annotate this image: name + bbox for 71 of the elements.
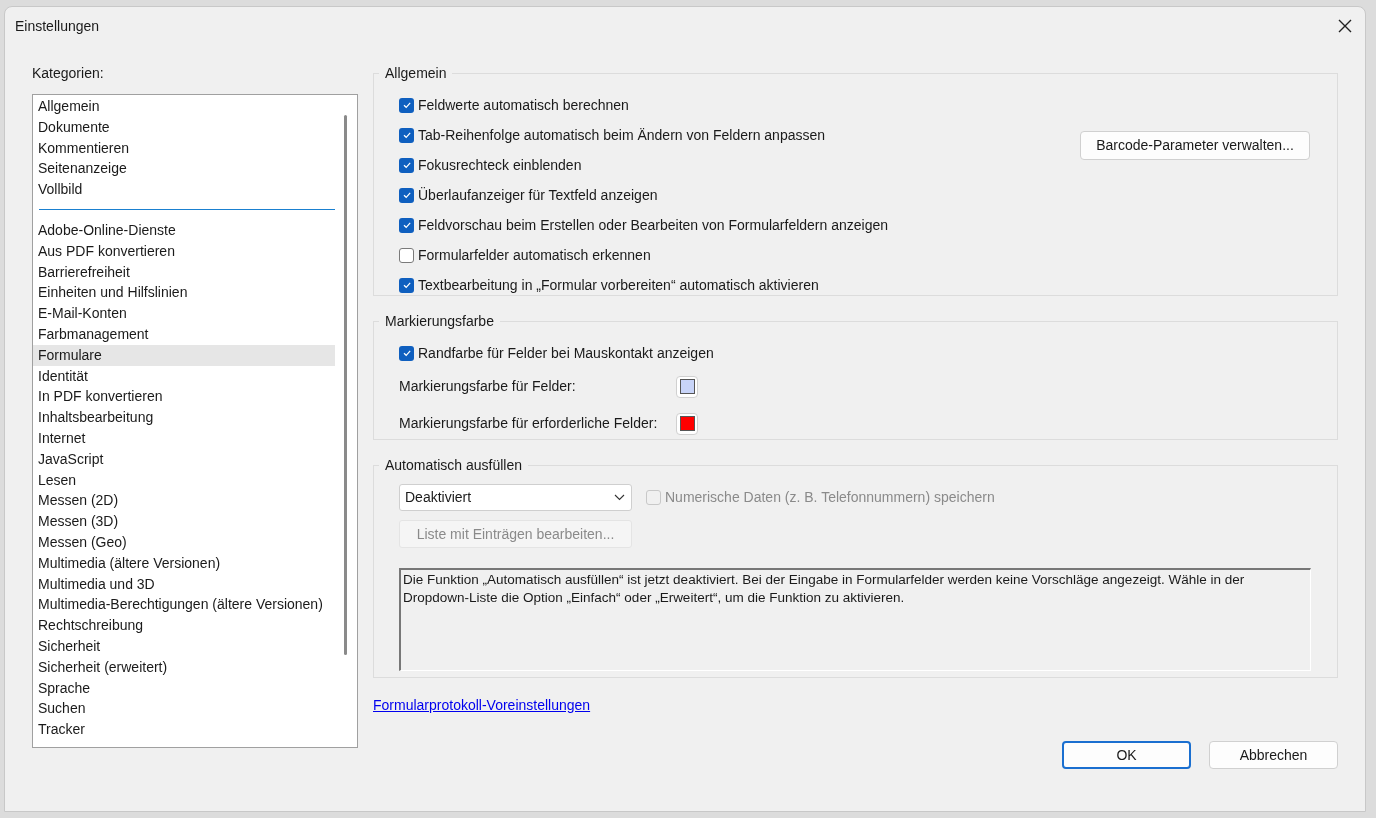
checkbox[interactable]: [399, 97, 414, 113]
checkbox-label[interactable]: Textbearbeitung in „Formular vorbereiten“ automatisch aktivieren: [418, 274, 819, 296]
list-item[interactable]: Multimedia-Berechtigungen (ältere Versionen): [33, 594, 335, 616]
list-item[interactable]: Adobe-Online-Dienste: [33, 220, 335, 241]
checkmark-icon: [401, 160, 412, 170]
list-item[interactable]: Vollbild: [33, 179, 335, 200]
checkbox-label[interactable]: Randfarbe für Felder bei Mauskontakt anzeigen: [418, 342, 714, 364]
barcode-parameters-button[interactable]: Barcode-Parameter verwalten...: [1080, 131, 1310, 160]
scrollbar[interactable]: [344, 115, 347, 655]
list-item[interactable]: Sicherheit: [33, 635, 335, 657]
list-item[interactable]: Allgemein: [33, 96, 335, 117]
list-item[interactable]: Multimedia und 3D: [33, 573, 335, 595]
checkbox[interactable]: [399, 187, 414, 203]
checkmark-icon: [401, 280, 412, 290]
checkbox-label[interactable]: Überlaufanzeiger für Textfeld anzeigen: [418, 184, 658, 206]
chevron-down-icon: [614, 494, 625, 501]
list-item[interactable]: Messen (Geo): [33, 531, 335, 553]
color-swatch[interactable]: [676, 375, 698, 398]
list-item[interactable]: Einheiten und Hilfslinien: [33, 282, 335, 304]
checkmark-icon: [401, 190, 412, 200]
list-item[interactable]: JavaScript: [33, 448, 335, 470]
checkmark-icon: [401, 130, 412, 140]
checkbox[interactable]: [399, 345, 414, 361]
dialog-button[interactable]: OK: [1062, 741, 1191, 769]
list-item[interactable]: Sprache: [33, 677, 335, 699]
list-label: Kategorien:: [32, 64, 105, 83]
list-item[interactable]: Aus PDF konvertieren: [33, 240, 335, 262]
color-label: Markierungsfarbe für Felder:: [399, 377, 577, 396]
color-label: Markierungsfarbe für erforderliche Felder:: [399, 414, 659, 433]
list-item[interactable]: Messen (3D): [33, 511, 335, 532]
color-swatch[interactable]: [676, 412, 698, 435]
list-item[interactable]: Farbmanagement: [33, 323, 335, 345]
list-item[interactable]: Barrierefreiheit: [33, 261, 335, 283]
list-item[interactable]: In PDF konvertieren: [33, 386, 335, 408]
group-title: Automatisch ausfüllen: [384, 456, 523, 475]
close-icon[interactable]: [1337, 18, 1353, 34]
checkbox-label[interactable]: Formularfelder automatisch erkennen: [418, 244, 651, 266]
group-title: Markierungsfarbe: [384, 312, 495, 331]
list-item[interactable]: Kommentieren: [33, 137, 335, 159]
list-item[interactable]: E-Mail-Konten: [33, 303, 335, 324]
description-text: Die Funktion „Automatisch ausfüllen“ ist jetzt deaktiviert. Bei der Eingabe in Formularfelder werden keine Vorschläge angezeigt. Wähle in der Dropdown-Liste die Option „Einfach“ oder „Erweitert“, um die Funktion zu aktivieren.: [399, 568, 1311, 671]
list-item[interactable]: Inhaltsbearbeitung: [33, 407, 335, 428]
checkbox-label[interactable]: Feldvorschau beim Erstellen oder Bearbeiten von Formularfeldern anzeigen: [418, 214, 889, 236]
list-item[interactable]: Formulare: [33, 344, 335, 366]
preferences-link[interactable]: Formularprotokoll-Voreinstellungen: [373, 697, 591, 713]
checkbox[interactable]: [399, 127, 414, 143]
list-item[interactable]: Seitenanzeige: [33, 158, 335, 180]
list-item[interactable]: Rechtschreibung: [33, 615, 335, 636]
list-item[interactable]: Dokumente: [33, 116, 335, 138]
group-title: Allgemein: [384, 64, 448, 83]
list-item[interactable]: Sicherheit (erweitert): [33, 656, 335, 678]
list-item[interactable]: Tracker: [33, 719, 335, 740]
checkmark-icon: [401, 348, 412, 358]
checkbox[interactable]: [399, 157, 414, 173]
checkmark-icon: [401, 100, 412, 110]
checkmark-icon: [401, 220, 412, 230]
list-item[interactable]: Lesen: [33, 469, 335, 491]
checkbox-label[interactable]: Fokusrechteck einblenden: [418, 154, 582, 176]
window-title: Einstellungen: [15, 16, 100, 36]
list-item[interactable]: Messen (2D): [33, 490, 335, 512]
dialog-button[interactable]: Abbrechen: [1209, 741, 1338, 769]
list-item[interactable]: Internet: [33, 427, 335, 449]
checkbox-label[interactable]: Tab-Reihenfolge automatisch beim Ändern von Feldern anpassen: [418, 124, 826, 146]
checkbox[interactable]: [399, 247, 414, 263]
list-item[interactable]: Multimedia (ältere Versionen): [33, 552, 335, 574]
checkbox-label[interactable]: Feldwerte automatisch berechnen: [418, 94, 629, 116]
dropdown[interactable]: Deaktiviert: [399, 484, 632, 511]
checkbox[interactable]: [399, 277, 414, 293]
list-item[interactable]: Identität: [33, 365, 335, 387]
checkbox[interactable]: [399, 217, 414, 233]
list-item[interactable]: Suchen: [33, 698, 335, 720]
